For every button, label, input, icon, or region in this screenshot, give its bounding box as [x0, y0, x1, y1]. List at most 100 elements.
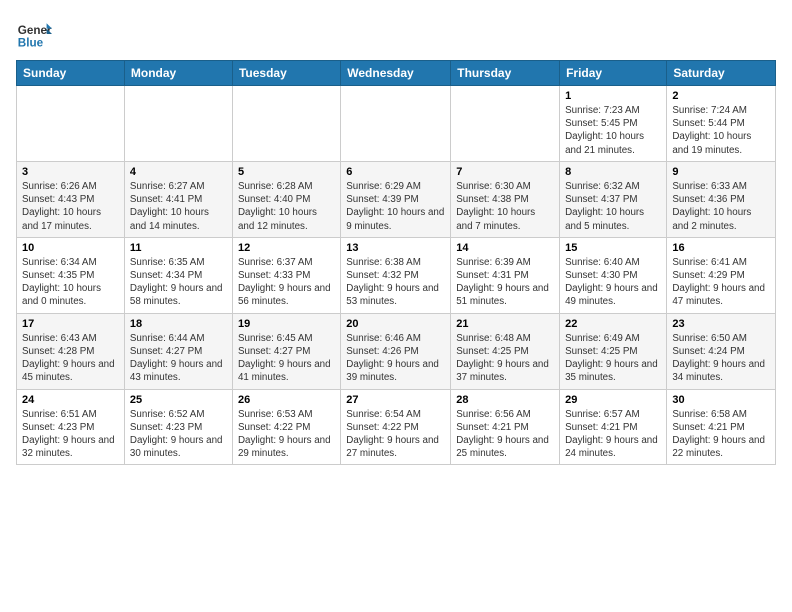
day-number: 13 [346, 242, 445, 254]
day-number: 28 [456, 394, 554, 406]
day-info: Sunrise: 6:37 AMSunset: 4:33 PMDaylight:… [238, 256, 335, 309]
day-info: Sunrise: 6:52 AMSunset: 4:23 PMDaylight:… [130, 408, 227, 461]
day-cell: 30 Sunrise: 6:58 AMSunset: 4:21 PMDayligh… [667, 389, 776, 465]
day-cell: 9 Sunrise: 6:33 AMSunset: 4:36 PMDaylight… [667, 161, 776, 237]
day-cell: 24Sunrise: 6:51 AMSunset: 4:23 PMDayligh… [17, 389, 125, 465]
day-info: Sunrise: 6:51 AMSunset: 4:23 PMDaylight:… [22, 408, 119, 461]
day-cell: 27 Sunrise: 6:54 AMSunset: 4:22 PMDayligh… [341, 389, 451, 465]
day-cell: 18 Sunrise: 6:44 AMSunset: 4:27 PMDayligh… [124, 313, 232, 389]
day-number: 5 [238, 166, 335, 178]
day-cell: 4 Sunrise: 6:27 AMSunset: 4:41 PMDaylight… [124, 161, 232, 237]
col-header-tuesday: Tuesday [232, 61, 340, 86]
day-info: Sunrise: 6:28 AMSunset: 4:40 PMDaylight:… [238, 180, 335, 233]
logo: General Blue [16, 16, 52, 52]
header-row: SundayMondayTuesdayWednesdayThursdayFrid… [17, 61, 776, 86]
day-cell: 6 Sunrise: 6:29 AMSunset: 4:39 PMDaylight… [341, 161, 451, 237]
week-row-5: 24Sunrise: 6:51 AMSunset: 4:23 PMDayligh… [17, 389, 776, 465]
day-info: Sunrise: 6:44 AMSunset: 4:27 PMDaylight:… [130, 332, 227, 385]
day-number: 4 [130, 166, 227, 178]
col-header-monday: Monday [124, 61, 232, 86]
day-cell: 16Sunrise: 6:41 AMSunset: 4:29 PMDayligh… [667, 237, 776, 313]
day-cell: 26 Sunrise: 6:53 AMSunset: 4:22 PMDayligh… [232, 389, 340, 465]
day-info: Sunrise: 6:57 AMSunset: 4:21 PMDaylight:… [565, 408, 661, 461]
day-info: Sunrise: 7:23 AMSunset: 5:45 PMDaylight:… [565, 104, 661, 157]
day-info: Sunrise: 7:24 AMSunset: 5:44 PMDaylight:… [672, 104, 770, 157]
day-info: Sunrise: 6:32 AMSunset: 4:37 PMDaylight:… [565, 180, 661, 233]
col-header-friday: Friday [560, 61, 667, 86]
day-cell: 20 Sunrise: 6:46 AMSunset: 4:26 PMDayligh… [341, 313, 451, 389]
day-info: Sunrise: 6:33 AMSunset: 4:36 PMDaylight:… [672, 180, 770, 233]
day-number: 16 [672, 242, 770, 254]
day-number: 26 [238, 394, 335, 406]
day-cell: 11 Sunrise: 6:35 AMSunset: 4:34 PMDayligh… [124, 237, 232, 313]
day-cell: 14 Sunrise: 6:39 AMSunset: 4:31 PMDayligh… [451, 237, 560, 313]
week-row-4: 17Sunrise: 6:43 AMSunset: 4:28 PMDayligh… [17, 313, 776, 389]
day-info: Sunrise: 6:58 AMSunset: 4:21 PMDaylight:… [672, 408, 770, 461]
day-cell: 3Sunrise: 6:26 AMSunset: 4:43 PMDaylight… [17, 161, 125, 237]
day-info: Sunrise: 6:30 AMSunset: 4:38 PMDaylight:… [456, 180, 554, 233]
day-info: Sunrise: 6:34 AMSunset: 4:35 PMDaylight:… [22, 256, 119, 309]
day-cell [17, 86, 125, 162]
day-number: 9 [672, 166, 770, 178]
day-info: Sunrise: 6:39 AMSunset: 4:31 PMDaylight:… [456, 256, 554, 309]
day-cell: 17Sunrise: 6:43 AMSunset: 4:28 PMDayligh… [17, 313, 125, 389]
day-cell: 22Sunrise: 6:49 AMSunset: 4:25 PMDayligh… [560, 313, 667, 389]
day-number: 18 [130, 318, 227, 330]
col-header-wednesday: Wednesday [341, 61, 451, 86]
day-info: Sunrise: 6:40 AMSunset: 4:30 PMDaylight:… [565, 256, 661, 309]
day-number: 25 [130, 394, 227, 406]
day-info: Sunrise: 6:27 AMSunset: 4:41 PMDaylight:… [130, 180, 227, 233]
day-cell: 29 Sunrise: 6:57 AMSunset: 4:21 PMDayligh… [560, 389, 667, 465]
day-info: Sunrise: 6:43 AMSunset: 4:28 PMDaylight:… [22, 332, 119, 385]
day-cell: 12 Sunrise: 6:37 AMSunset: 4:33 PMDayligh… [232, 237, 340, 313]
day-number: 15 [565, 242, 661, 254]
day-cell: 28 Sunrise: 6:56 AMSunset: 4:21 PMDayligh… [451, 389, 560, 465]
day-number: 1 [565, 90, 661, 102]
day-info: Sunrise: 6:46 AMSunset: 4:26 PMDaylight:… [346, 332, 445, 385]
day-info: Sunrise: 6:26 AMSunset: 4:43 PMDaylight:… [22, 180, 119, 233]
day-cell [341, 86, 451, 162]
day-number: 27 [346, 394, 445, 406]
col-header-saturday: Saturday [667, 61, 776, 86]
day-cell [451, 86, 560, 162]
week-row-3: 10Sunrise: 6:34 AMSunset: 4:35 PMDayligh… [17, 237, 776, 313]
day-number: 23 [672, 318, 770, 330]
day-number: 20 [346, 318, 445, 330]
day-info: Sunrise: 6:29 AMSunset: 4:39 PMDaylight:… [346, 180, 445, 233]
logo-icon: General Blue [16, 16, 52, 52]
day-cell: 10Sunrise: 6:34 AMSunset: 4:35 PMDayligh… [17, 237, 125, 313]
day-info: Sunrise: 6:53 AMSunset: 4:22 PMDaylight:… [238, 408, 335, 461]
day-number: 14 [456, 242, 554, 254]
day-cell: 1 Sunrise: 7:23 AMSunset: 5:45 PMDaylight… [560, 86, 667, 162]
day-number: 21 [456, 318, 554, 330]
day-info: Sunrise: 6:38 AMSunset: 4:32 PMDaylight:… [346, 256, 445, 309]
day-number: 12 [238, 242, 335, 254]
week-row-1: 1 Sunrise: 7:23 AMSunset: 5:45 PMDaylight… [17, 86, 776, 162]
day-cell [232, 86, 340, 162]
day-cell: 23Sunrise: 6:50 AMSunset: 4:24 PMDayligh… [667, 313, 776, 389]
day-number: 30 [672, 394, 770, 406]
day-number: 6 [346, 166, 445, 178]
day-info: Sunrise: 6:54 AMSunset: 4:22 PMDaylight:… [346, 408, 445, 461]
header: General Blue [16, 16, 776, 52]
col-header-sunday: Sunday [17, 61, 125, 86]
day-cell: 7 Sunrise: 6:30 AMSunset: 4:38 PMDaylight… [451, 161, 560, 237]
day-info: Sunrise: 6:56 AMSunset: 4:21 PMDaylight:… [456, 408, 554, 461]
day-number: 2 [672, 90, 770, 102]
svg-text:Blue: Blue [18, 37, 44, 50]
day-number: 8 [565, 166, 661, 178]
day-cell: 13 Sunrise: 6:38 AMSunset: 4:32 PMDayligh… [341, 237, 451, 313]
day-cell: 5 Sunrise: 6:28 AMSunset: 4:40 PMDaylight… [232, 161, 340, 237]
calendar-table: SundayMondayTuesdayWednesdayThursdayFrid… [16, 60, 776, 465]
day-cell: 8 Sunrise: 6:32 AMSunset: 4:37 PMDaylight… [560, 161, 667, 237]
day-cell: 25 Sunrise: 6:52 AMSunset: 4:23 PMDayligh… [124, 389, 232, 465]
day-number: 29 [565, 394, 661, 406]
day-info: Sunrise: 6:45 AMSunset: 4:27 PMDaylight:… [238, 332, 335, 385]
week-row-2: 3Sunrise: 6:26 AMSunset: 4:43 PMDaylight… [17, 161, 776, 237]
day-number: 7 [456, 166, 554, 178]
day-info: Sunrise: 6:49 AMSunset: 4:25 PMDaylight:… [565, 332, 661, 385]
day-info: Sunrise: 6:35 AMSunset: 4:34 PMDaylight:… [130, 256, 227, 309]
day-number: 11 [130, 242, 227, 254]
day-cell: 19Sunrise: 6:45 AMSunset: 4:27 PMDayligh… [232, 313, 340, 389]
day-cell: 2 Sunrise: 7:24 AMSunset: 5:44 PMDaylight… [667, 86, 776, 162]
